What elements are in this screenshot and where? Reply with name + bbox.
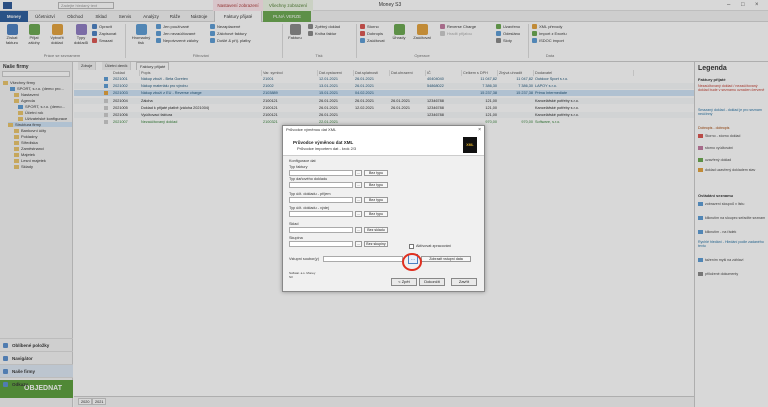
no-type-button[interactable]: Bez typu (364, 211, 388, 217)
dialog-subtitle: Průvodce importem dat - krok 2/3 (297, 146, 357, 151)
input-file-field[interactable] (323, 256, 403, 262)
field-label: Typ daňového dokladu (289, 177, 328, 181)
no-type-button[interactable]: Bez typu (364, 182, 388, 188)
browse-button[interactable]: … (355, 170, 362, 176)
no-group-button[interactable]: Bez skupiny (364, 241, 388, 247)
dialog-header: Průvodce výměnou dat XML Průvodce import… (283, 134, 484, 156)
no-type-button[interactable]: Bez typu (364, 170, 388, 176)
browse-button[interactable]: … (355, 211, 362, 217)
field-label: Typ faktury (289, 165, 308, 169)
section-label: Konfigurace dat (289, 159, 316, 163)
activate-checkbox-label: Aktivovat zpracování (416, 244, 452, 248)
acc-doc-expense-input[interactable] (289, 211, 353, 217)
browse-button[interactable]: … (355, 182, 362, 188)
vendor-footnote: Softwar. a.s. Money S3 (289, 271, 316, 279)
browse-button[interactable]: … (355, 197, 362, 203)
field-label: Typ účt. dokladu - výdej (289, 206, 329, 210)
field-label: Skupina (289, 236, 303, 240)
xml-logo: XML (463, 137, 477, 153)
no-type-button[interactable]: Bez typu (364, 197, 388, 203)
warehouse-input[interactable] (289, 227, 353, 233)
show-input-data-button[interactable]: Zobrazit vstupní data (421, 256, 471, 262)
xml-wizard-dialog: Průvodce výměnou dat XML × Průvodce výmě… (282, 125, 485, 292)
activate-checkbox[interactable] (409, 244, 414, 249)
tax-doc-type-input[interactable] (289, 182, 353, 188)
back-button[interactable]: < Zpět (391, 278, 417, 286)
highlight-circle (402, 253, 422, 271)
field-label: Typ účt. dokladu - příjem (289, 192, 331, 196)
group-input[interactable] (289, 241, 353, 247)
field-label: Sklad (289, 222, 299, 226)
finish-button[interactable]: Dokončit (419, 278, 445, 286)
close-button[interactable]: Zavřít (451, 278, 477, 286)
input-file-label: Vstupní soubor(y) (289, 257, 319, 261)
browse-button[interactable]: … (355, 227, 362, 233)
dialog-caption: Průvodce výměnou dat XML (283, 126, 484, 134)
browse-button[interactable]: … (355, 241, 362, 247)
invoice-type-input[interactable] (289, 170, 353, 176)
no-warehouse-button[interactable]: Bez skladu (364, 227, 388, 233)
dialog-close-icon[interactable]: × (478, 126, 481, 134)
dialog-title: Průvodce výměnou dat XML (293, 140, 354, 145)
acc-doc-income-input[interactable] (289, 197, 353, 203)
